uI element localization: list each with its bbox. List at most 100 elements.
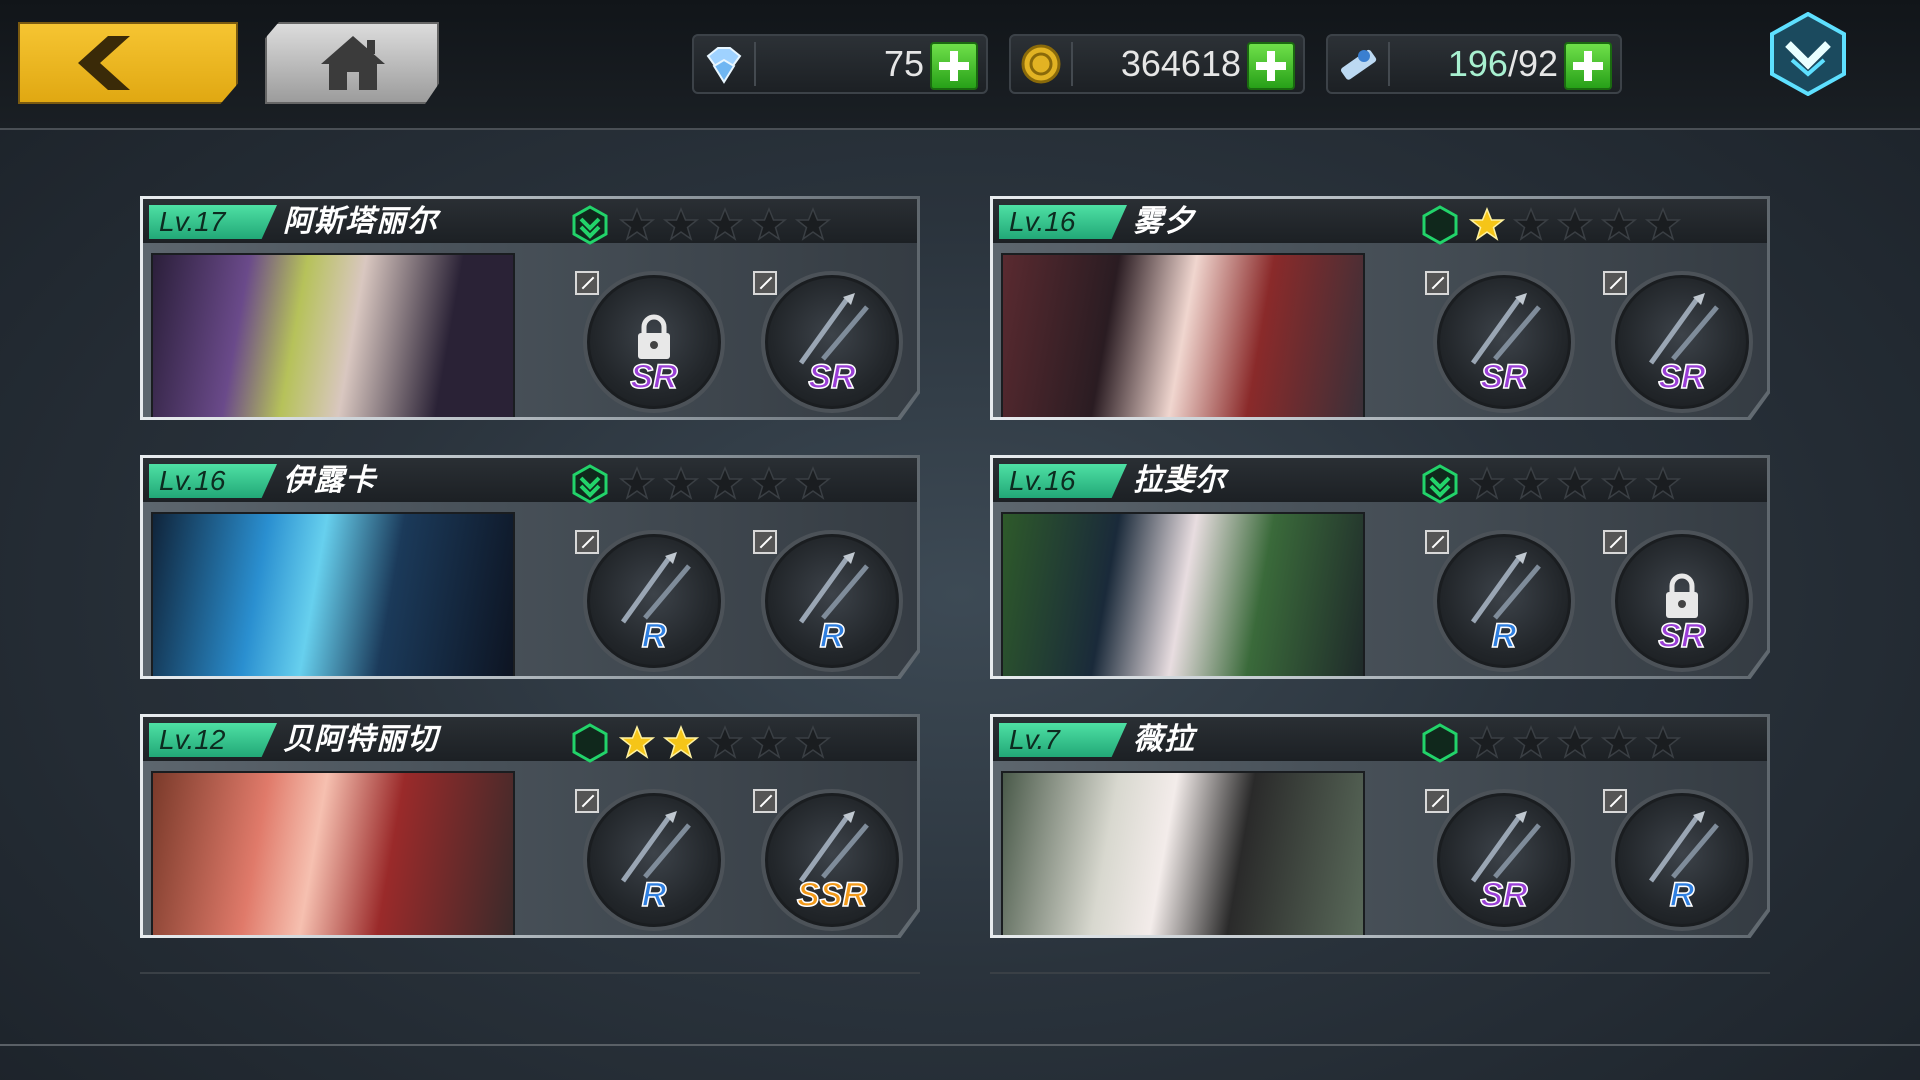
- stamina-counter: 196/92: [1326, 34, 1622, 94]
- star-rating: [619, 207, 831, 243]
- card-body: Lv.7 薇拉 SR R: [993, 717, 1767, 935]
- weapon-art-icon: [798, 552, 869, 624]
- add-gold-button[interactable]: [1247, 42, 1295, 90]
- weapon-slot[interactable]: R: [1611, 789, 1753, 931]
- top-bar: 75 364618 196/92: [0, 0, 1920, 130]
- weapon-slot[interactable]: SR: [1611, 530, 1753, 672]
- star-empty-icon: [751, 725, 787, 759]
- edit-weapon-icon[interactable]: [1603, 271, 1627, 295]
- card-header: Lv.12 贝阿特丽切: [143, 717, 917, 763]
- edit-weapon-icon[interactable]: [1425, 271, 1449, 295]
- gold-counter: 364618: [1009, 34, 1305, 94]
- edit-weapon-icon[interactable]: [1603, 789, 1627, 813]
- stamina-ticket-icon: [1340, 49, 1377, 80]
- star-empty-icon: [1601, 207, 1637, 241]
- edit-weapon-icon[interactable]: [753, 530, 777, 554]
- add-diamond-button[interactable]: [930, 42, 978, 90]
- edit-weapon-icon[interactable]: [1425, 530, 1449, 554]
- character-card[interactable]: Lv.17 阿斯塔丽尔 SR SR: [140, 196, 920, 420]
- weapon-rarity-label: R: [1669, 875, 1695, 915]
- level-badge: Lv.17: [149, 205, 277, 239]
- edit-weapon-icon[interactable]: [1425, 789, 1449, 813]
- edit-weapon-icon[interactable]: [575, 789, 599, 813]
- star-empty-icon: [1513, 207, 1549, 241]
- character-card[interactable]: Lv.12 贝阿特丽切 R SSR: [140, 714, 920, 938]
- lock-icon: [1666, 573, 1698, 618]
- level-badge: Lv.16: [999, 464, 1127, 498]
- home-button[interactable]: [265, 22, 439, 104]
- weapon-slot[interactable]: SSR: [761, 789, 903, 931]
- level-badge: Lv.7: [999, 723, 1127, 757]
- gold-value: 364618: [1120, 43, 1241, 84]
- weapon-rarity-label: R: [641, 616, 667, 656]
- star-empty-icon: [1469, 725, 1505, 759]
- edit-weapon-icon[interactable]: [1603, 530, 1627, 554]
- rank-upgrade-icon: [572, 205, 608, 245]
- character-name: 雾夕: [1133, 204, 1195, 239]
- weapon-slot[interactable]: SR: [1433, 789, 1575, 931]
- star-empty-icon: [1557, 466, 1593, 500]
- weapon-slot[interactable]: R: [761, 530, 903, 672]
- weapon-slot[interactable]: SR: [583, 271, 725, 413]
- card-header: Lv.7 薇拉: [993, 717, 1767, 763]
- card-body: Lv.16 伊露卡 R R: [143, 458, 917, 676]
- star-empty-icon: [1645, 466, 1681, 500]
- lock-icon: [638, 314, 670, 359]
- star-empty-icon: [1601, 466, 1637, 500]
- weapon-slot[interactable]: R: [583, 530, 725, 672]
- weapon-slot[interactable]: R: [1433, 530, 1575, 672]
- star-rating: [1469, 725, 1681, 761]
- weapon-art-icon: [798, 811, 869, 883]
- weapon-slot[interactable]: SR: [761, 271, 903, 413]
- character-portrait: [151, 512, 515, 676]
- weapon-rarity-label: SR: [1480, 875, 1529, 915]
- character-card[interactable]: Lv.7 薇拉 SR R: [990, 714, 1770, 938]
- weapon-art-icon: [620, 552, 691, 624]
- character-name: 贝阿特丽切: [283, 722, 438, 757]
- character-portrait: [1001, 771, 1365, 935]
- edit-weapon-icon[interactable]: [753, 789, 777, 813]
- star-empty-icon: [707, 466, 743, 500]
- star-filled-icon: [663, 725, 699, 759]
- character-portrait: [151, 253, 515, 417]
- star-rating: [619, 466, 831, 502]
- gold-coin-icon: [1021, 44, 1061, 84]
- star-empty-icon: [1557, 207, 1593, 241]
- edit-weapon-icon[interactable]: [575, 271, 599, 295]
- chevron-down-menu-icon[interactable]: [1768, 12, 1848, 96]
- character-name: 拉斐尔: [1133, 463, 1226, 498]
- separator: [1388, 42, 1390, 86]
- star-rating: [619, 725, 831, 761]
- stamina-current: 196: [1447, 43, 1508, 84]
- edit-weapon-icon[interactable]: [575, 530, 599, 554]
- character-card[interactable]: Lv.16 雾夕 SR SR: [990, 196, 1770, 420]
- weapon-slot[interactable]: R: [583, 789, 725, 931]
- weapon-slot[interactable]: SR: [1611, 271, 1753, 413]
- character-portrait: [1001, 253, 1365, 417]
- card-body: Lv.16 雾夕 SR SR: [993, 199, 1767, 417]
- star-empty-icon: [1513, 725, 1549, 759]
- card-header: Lv.16 拉斐尔: [993, 458, 1767, 504]
- star-empty-icon: [1645, 725, 1681, 759]
- card-header: Lv.17 阿斯塔丽尔: [143, 199, 917, 245]
- weapon-rarity-label: R: [641, 875, 667, 915]
- edit-weapon-icon[interactable]: [753, 271, 777, 295]
- star-empty-icon: [795, 207, 831, 241]
- weapon-rarity-label: SR: [1480, 357, 1529, 397]
- level-badge: Lv.16: [149, 464, 277, 498]
- character-card[interactable]: Lv.16 拉斐尔 R SR: [990, 455, 1770, 679]
- rank-hexagon-icon: [572, 723, 608, 763]
- star-filled-icon: [619, 725, 655, 759]
- weapon-rarity-label: R: [819, 616, 845, 656]
- character-name: 薇拉: [1133, 722, 1195, 757]
- card-body: Lv.16 拉斐尔 R SR: [993, 458, 1767, 676]
- star-empty-icon: [1645, 207, 1681, 241]
- add-stamina-button[interactable]: [1564, 42, 1612, 90]
- star-empty-icon: [751, 466, 787, 500]
- star-empty-icon: [1513, 466, 1549, 500]
- character-card[interactable]: Lv.16 伊露卡 R R: [140, 455, 920, 679]
- star-empty-icon: [1601, 725, 1637, 759]
- weapon-slot[interactable]: SR: [1433, 271, 1575, 413]
- back-button[interactable]: [18, 22, 238, 104]
- rank-hexagon-icon: [1422, 723, 1458, 763]
